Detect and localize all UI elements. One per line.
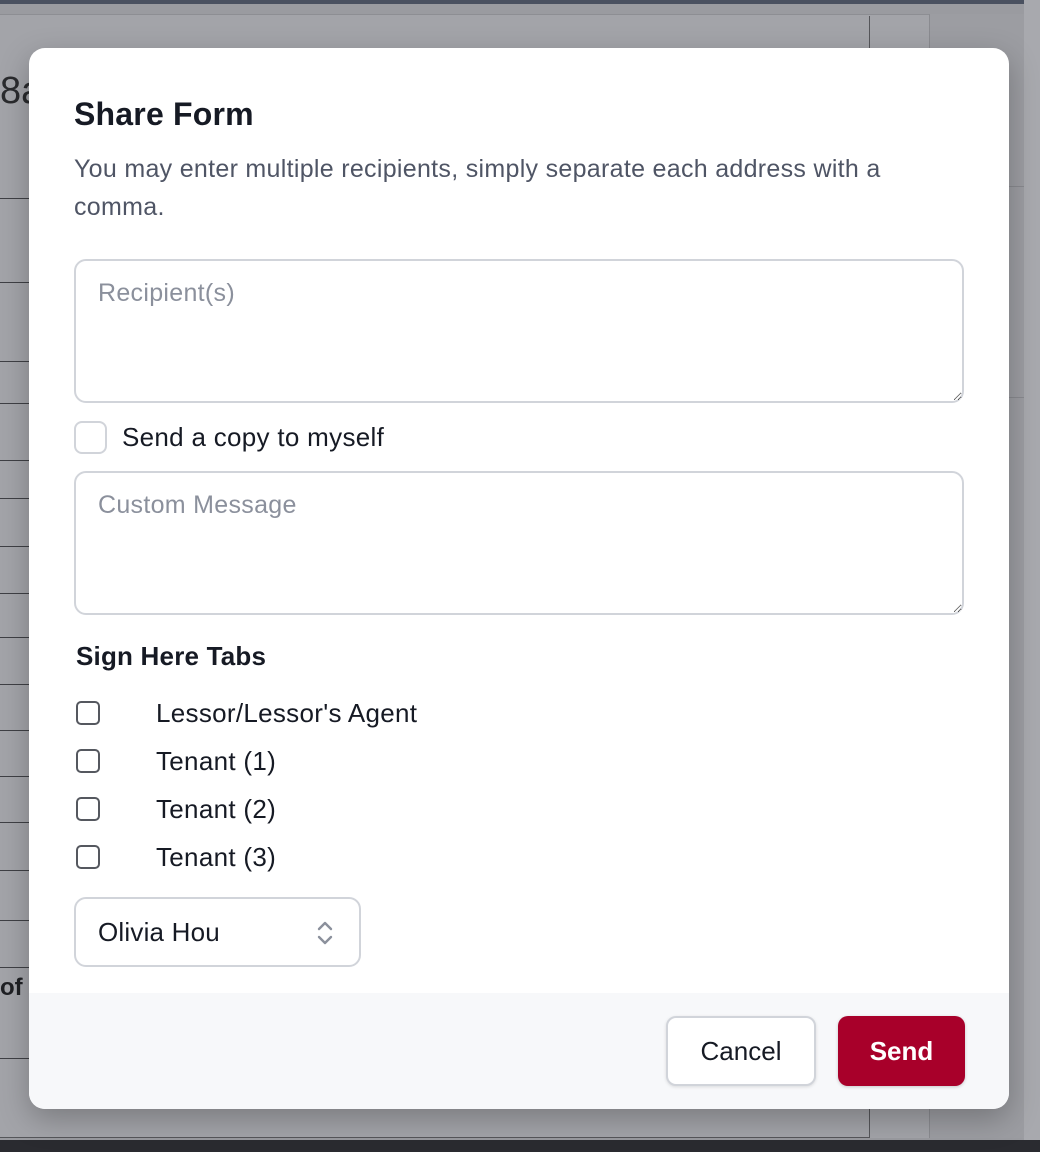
share-form-modal: Share Form You may enter multiple recipi… bbox=[29, 48, 1009, 1109]
modal-description: You may enter multiple recipients, simpl… bbox=[74, 155, 881, 221]
sign-here-tab-label[interactable]: Lessor/Lessor's Agent bbox=[156, 698, 417, 729]
sign-here-tab-checkbox[interactable] bbox=[76, 701, 100, 725]
cancel-button[interactable]: Cancel bbox=[666, 1016, 816, 1086]
window-top-bar bbox=[0, 0, 1040, 4]
sign-here-tab-item[interactable]: Tenant (3) bbox=[74, 833, 964, 881]
send-copy-label[interactable]: Send a copy to myself bbox=[122, 422, 384, 453]
divider bbox=[0, 920, 30, 921]
sign-here-tab-item[interactable]: Tenant (2) bbox=[74, 785, 964, 833]
modal-title: Share Form bbox=[74, 96, 254, 132]
send-copy-checkbox[interactable] bbox=[74, 420, 107, 454]
sign-here-tab-checkbox[interactable] bbox=[76, 749, 100, 773]
divider bbox=[0, 361, 30, 362]
sign-here-tab-label[interactable]: Tenant (1) bbox=[156, 746, 276, 777]
sign-here-tab-checkbox[interactable] bbox=[76, 845, 100, 869]
sign-here-tabs-list: Lessor/Lessor's Agent Tenant (1) Tenant … bbox=[74, 689, 964, 881]
sign-here-tab-label[interactable]: Tenant (2) bbox=[156, 794, 276, 825]
divider bbox=[0, 403, 30, 404]
divider bbox=[0, 822, 30, 823]
sign-here-tab-checkbox[interactable] bbox=[76, 797, 100, 821]
divider bbox=[0, 460, 30, 461]
sign-here-tab-item[interactable]: Lessor/Lessor's Agent bbox=[74, 689, 964, 737]
divider bbox=[0, 637, 30, 638]
modal-body: Share Form You may enter multiple recipi… bbox=[29, 48, 1009, 993]
divider bbox=[0, 198, 30, 199]
background-scrollbar bbox=[1024, 0, 1040, 1140]
window-bottom-bar bbox=[0, 1140, 1040, 1152]
divider bbox=[0, 967, 30, 968]
divider bbox=[0, 870, 30, 871]
divider bbox=[0, 546, 30, 547]
divider bbox=[0, 498, 30, 499]
send-button[interactable]: Send bbox=[838, 1016, 965, 1086]
signer-select[interactable]: Olivia Hou bbox=[74, 897, 361, 967]
divider bbox=[0, 282, 30, 283]
recipients-input[interactable] bbox=[74, 259, 964, 403]
divider bbox=[0, 730, 30, 731]
send-copy-row[interactable]: Send a copy to myself bbox=[74, 420, 964, 454]
divider bbox=[0, 1058, 30, 1059]
modal-footer: Cancel Send bbox=[29, 993, 1009, 1109]
chevron-up-down-icon bbox=[317, 921, 333, 945]
sign-here-tab-label[interactable]: Tenant (3) bbox=[156, 842, 276, 873]
signer-select-value: Olivia Hou bbox=[98, 916, 220, 947]
custom-message-input[interactable] bbox=[74, 471, 964, 615]
divider bbox=[0, 684, 30, 685]
divider bbox=[0, 776, 30, 777]
sign-here-tabs-label: Sign Here Tabs bbox=[76, 641, 267, 671]
divider bbox=[0, 593, 30, 594]
sign-here-tab-item[interactable]: Tenant (1) bbox=[74, 737, 964, 785]
